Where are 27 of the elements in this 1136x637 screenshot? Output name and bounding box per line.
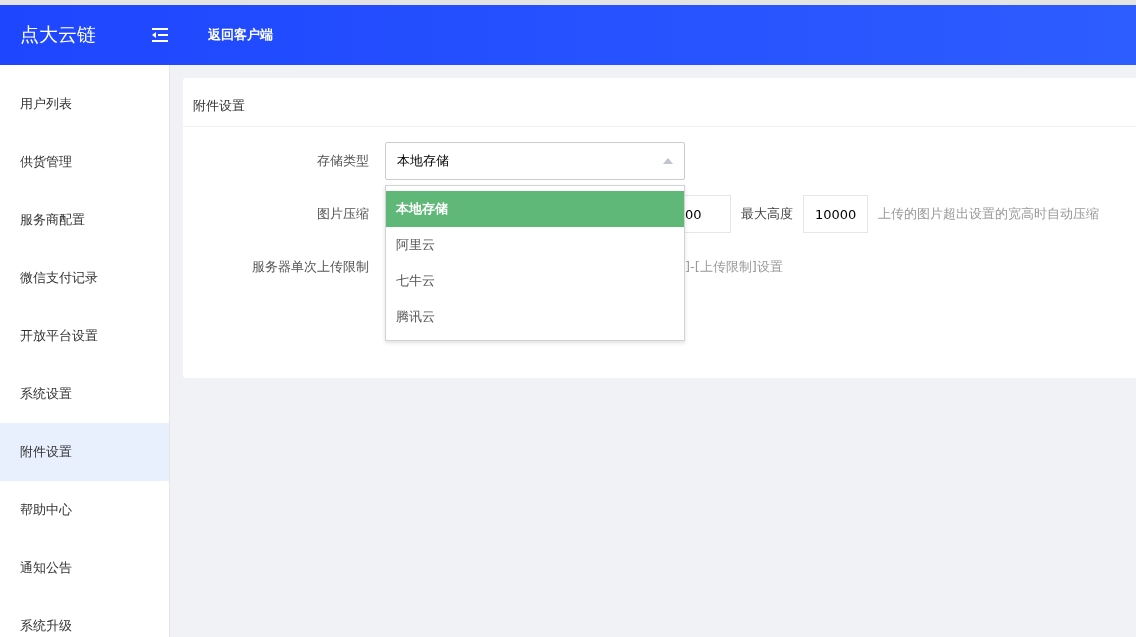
height-input[interactable]: 10000	[803, 195, 869, 233]
sidebar-item[interactable]: 用户列表	[0, 75, 169, 133]
dropdown-option[interactable]: 阿里云	[386, 227, 684, 263]
back-link[interactable]: 返回客户端	[208, 26, 273, 44]
brand-name: 点大云链	[20, 22, 97, 47]
sidebar-item[interactable]: 附件设置	[0, 423, 169, 481]
field-label: 存储类型	[316, 152, 370, 170]
dropdown-option[interactable]: 腾讯云	[386, 299, 684, 335]
sidebar-item[interactable]: 通知公告	[0, 539, 169, 597]
sidebar-item[interactable]: 服务商配置	[0, 191, 169, 249]
hint-text: ]-[上传限制]设置	[685, 258, 783, 276]
field-label: 服务器单次上传限制	[251, 258, 370, 276]
hint-text: 上传的图片超出设置的宽高时自动压缩	[878, 205, 1100, 223]
storage-select[interactable]: 本地存储	[385, 142, 685, 180]
sidebar-item[interactable]: 系统设置	[0, 365, 169, 423]
caret-icon	[663, 158, 673, 164]
sidebar-item[interactable]: 帮助中心	[0, 481, 169, 539]
sidebar-item[interactable]: 开放平台设置	[0, 307, 169, 365]
menu-icon[interactable]	[152, 28, 168, 42]
field-label: 图片压缩	[316, 205, 370, 223]
sidebar-item[interactable]: 微信支付记录	[0, 249, 169, 307]
width-input[interactable]: 00	[685, 195, 731, 233]
field-label: 最大高度	[741, 205, 793, 223]
sidebar-item[interactable]: 系统升级	[0, 597, 169, 637]
dropdown-option[interactable]: 七牛云	[386, 263, 684, 299]
sidebar-item[interactable]: 供货管理	[0, 133, 169, 191]
card-title: 附件设置	[183, 78, 1136, 127]
